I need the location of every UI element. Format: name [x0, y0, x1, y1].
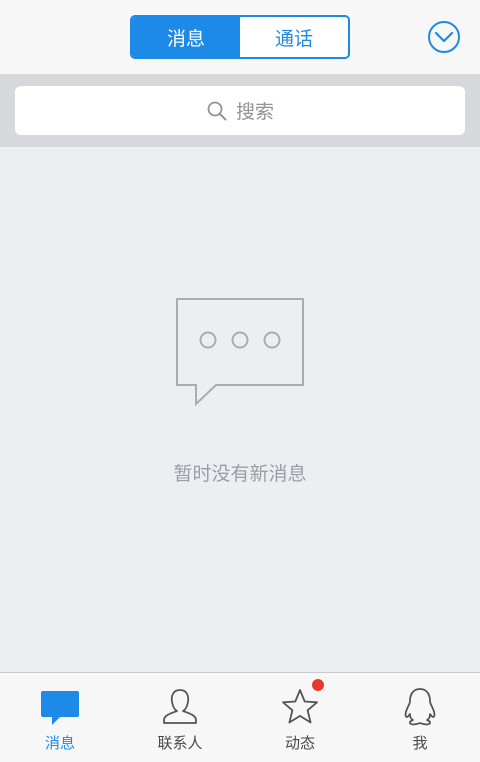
chat-bubble-icon [40, 687, 80, 727]
star-icon [280, 687, 320, 727]
person-icon [160, 687, 200, 727]
top-navigation-bar: 消息 通话 [0, 0, 480, 75]
empty-state-message: 暂时没有新消息 [173, 463, 307, 485]
tabbar-label: 动态 [284, 734, 315, 752]
tab-calls[interactable]: 通话 [240, 17, 348, 57]
chevron-down-circle-icon[interactable] [427, 20, 461, 54]
bottom-tab-bar: 消息 联系人 动态 我 [0, 672, 480, 762]
tabbar-label: 消息 [44, 734, 75, 752]
tabbar-item-contacts[interactable]: 联系人 [120, 673, 240, 762]
search-icon [206, 100, 228, 122]
tab-messages[interactable]: 消息 [132, 17, 240, 57]
search-input[interactable]: 搜索 [15, 86, 465, 135]
tabbar-label: 我 [412, 734, 428, 752]
tabbar-item-feeds[interactable]: 动态 [240, 673, 360, 762]
segmented-control: 消息 通话 [130, 15, 350, 59]
tabbar-item-messages[interactable]: 消息 [0, 673, 120, 762]
speech-bubble-dots-icon [174, 296, 306, 408]
tabbar-label: 联系人 [157, 734, 203, 752]
penguin-icon [400, 687, 440, 727]
notification-badge [312, 679, 324, 691]
search-bar-area: 搜索 [0, 75, 480, 147]
search-placeholder: 搜索 [235, 101, 274, 123]
tabbar-item-me[interactable]: 我 [360, 673, 480, 762]
